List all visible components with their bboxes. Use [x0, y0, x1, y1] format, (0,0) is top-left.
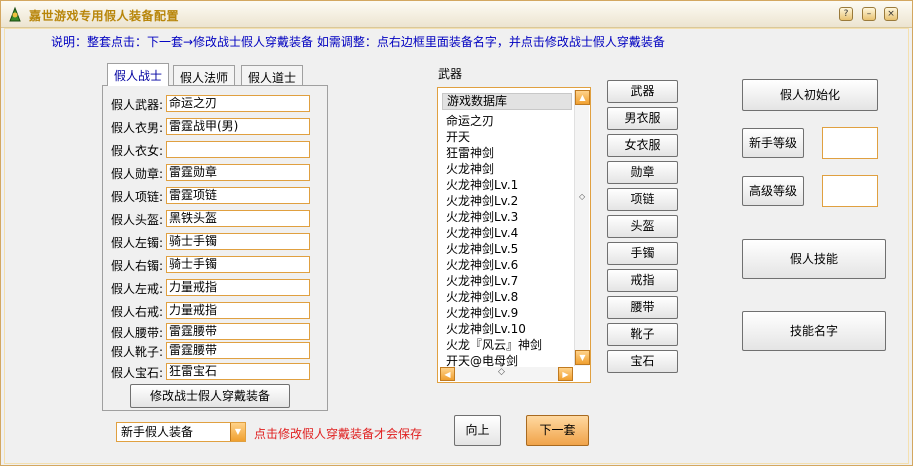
scroll-left-icon[interactable]: ◀ — [440, 367, 455, 381]
equip-label: 假人左镯: — [111, 236, 164, 250]
category-button[interactable]: 腰带 — [607, 296, 678, 319]
list-item[interactable]: 火龙神剑Lv.4 — [446, 225, 576, 241]
equip-field[interactable]: 骑士手镯 — [166, 256, 310, 273]
category-button[interactable]: 男衣服 — [607, 107, 678, 130]
equip-label: 假人衣女: — [111, 144, 164, 158]
tab-taoist[interactable]: 假人道士 — [241, 65, 304, 86]
close-icon[interactable]: × — [884, 7, 898, 21]
list-header: 游戏数据库 — [442, 93, 572, 110]
tab-mage[interactable]: 假人法师 — [173, 65, 236, 86]
skill-names-button[interactable]: 技能名字 — [742, 311, 886, 351]
equip-field[interactable]: 命运之刃 — [166, 95, 310, 112]
category-button[interactable]: 手镯 — [607, 242, 678, 265]
list-item[interactable]: 火龙神剑Lv.3 — [446, 209, 576, 225]
equip-label: 假人靴子: — [111, 345, 164, 359]
novice-level-button[interactable]: 新手等级 — [742, 128, 804, 158]
list-item[interactable]: 狂雷神剑 — [446, 145, 576, 161]
item-listbox[interactable]: 游戏数据库 命运之刃 开天 狂雷神剑 火龙神剑 火龙神剑Lv.1 火龙神剑Lv.2 火龙神剑… — [437, 87, 591, 383]
equip-label: 假人头盔: — [111, 213, 164, 227]
app-window: 嘉世游戏专用假人装备配置 ? – × 说明：整套点击：下一套→修改战士假人穿戴装… — [0, 0, 913, 466]
help-icon[interactable]: ? — [839, 7, 853, 21]
equip-label: 假人勋章: — [111, 167, 164, 181]
equip-label: 假人腰带: — [111, 326, 164, 340]
advanced-level-button[interactable]: 高级等级 — [742, 176, 804, 206]
equip-label: 假人右戒: — [111, 305, 164, 319]
category-button[interactable]: 戒指 — [607, 269, 678, 292]
category-button[interactable]: 武器 — [607, 80, 678, 103]
list-item[interactable]: 火龙神剑Lv.6 — [446, 257, 576, 273]
save-note: 点击修改假人穿戴装备才会保存 — [254, 427, 423, 441]
up-button[interactable]: 向上 — [454, 415, 501, 446]
list-item[interactable]: 火龙神剑Lv.8 — [446, 289, 576, 305]
preset-select[interactable]: 新手假人装备 ▼ — [116, 422, 246, 442]
list-item[interactable]: 火龙神剑Lv.2 — [446, 193, 576, 209]
equip-label: 假人武器: — [111, 98, 164, 112]
list-item[interactable]: 火龙『风云』神剑 — [446, 337, 576, 353]
equip-field[interactable]: 雷霆腰带 — [166, 342, 310, 359]
list-item[interactable]: 命运之刃 — [446, 113, 576, 129]
category-button[interactable]: 勋章 — [607, 161, 678, 184]
equip-label: 假人左戒: — [111, 282, 164, 296]
vertical-scrollbar[interactable]: ▲ ◇ ▼ — [574, 90, 590, 366]
list-item[interactable]: 开天 — [446, 129, 576, 145]
horizontal-scrollbar[interactable]: ◀ ◇ ▶ — [440, 367, 573, 381]
list-item[interactable]: 火龙神剑Lv.1 — [446, 177, 576, 193]
scroll-down-icon[interactable]: ▼ — [575, 350, 590, 365]
init-button[interactable]: 假人初始化 — [742, 79, 878, 111]
equip-label: 假人宝石: — [111, 366, 164, 380]
equip-label: 假人右镯: — [111, 259, 164, 273]
list-items: 命运之刃 开天 狂雷神剑 火龙神剑 火龙神剑Lv.1 火龙神剑Lv.2 火龙神剑Lv.3 火龙… — [446, 113, 576, 369]
category-button[interactable]: 宝石 — [607, 350, 678, 373]
scroll-thumb-icon[interactable]: ◇ — [579, 192, 585, 201]
equip-field[interactable]: 雷霆项链 — [166, 187, 310, 204]
novice-level-input[interactable] — [822, 127, 878, 159]
list-item[interactable]: 火龙神剑Lv.10 — [446, 321, 576, 337]
equip-field[interactable]: 力量戒指 — [166, 302, 310, 319]
equip-label: 假人衣男: — [111, 121, 164, 135]
tab-warrior[interactable]: 假人战士 — [107, 63, 170, 86]
equip-field[interactable]: 雷霆腰带 — [166, 323, 310, 340]
skills-button[interactable]: 假人技能 — [742, 239, 886, 279]
equip-field[interactable]: 力量戒指 — [166, 279, 310, 296]
preset-select-value: 新手假人装备 — [121, 425, 194, 439]
minimize-icon[interactable]: – — [862, 7, 876, 21]
equip-field[interactable]: 骑士手镯 — [166, 233, 310, 250]
equip-field[interactable]: 雷霆勋章 — [166, 164, 310, 181]
equip-field[interactable]: 黑铁头盔 — [166, 210, 310, 227]
window-title: 嘉世游戏专用假人装备配置 — [29, 9, 180, 23]
equip-field[interactable] — [166, 141, 310, 158]
instructions-text: 说明：整套点击：下一套→修改战士假人穿戴装备 如需调整：点右边框里面装备名字，并… — [51, 35, 665, 49]
scroll-up-icon[interactable]: ▲ — [575, 90, 590, 105]
title-bar: 嘉世游戏专用假人装备配置 ? – × — [1, 1, 912, 28]
equip-field[interactable]: 雷霆战甲(男) — [166, 118, 310, 135]
list-item[interactable]: 火龙神剑 — [446, 161, 576, 177]
app-icon — [9, 6, 21, 22]
list-item[interactable]: 火龙神剑Lv.7 — [446, 273, 576, 289]
equip-label: 假人项链: — [111, 190, 164, 204]
hscroll-thumb-icon[interactable]: ◇ — [498, 367, 505, 377]
list-item[interactable]: 火龙神剑Lv.9 — [446, 305, 576, 321]
category-button[interactable]: 女衣服 — [607, 134, 678, 157]
category-button[interactable]: 项链 — [607, 188, 678, 211]
list-category-label: 武器 — [438, 67, 463, 81]
next-set-button[interactable]: 下一套 — [526, 415, 589, 446]
modify-equipment-button[interactable]: 修改战士假人穿戴装备 — [130, 384, 290, 408]
equip-field[interactable]: 狂雷宝石 — [166, 363, 310, 380]
chevron-down-icon[interactable]: ▼ — [230, 423, 245, 441]
list-item[interactable]: 火龙神剑Lv.5 — [446, 241, 576, 257]
category-button[interactable]: 靴子 — [607, 323, 678, 346]
category-button[interactable]: 头盔 — [607, 215, 678, 238]
scroll-right-icon[interactable]: ▶ — [558, 367, 573, 381]
advanced-level-input[interactable] — [822, 175, 878, 207]
